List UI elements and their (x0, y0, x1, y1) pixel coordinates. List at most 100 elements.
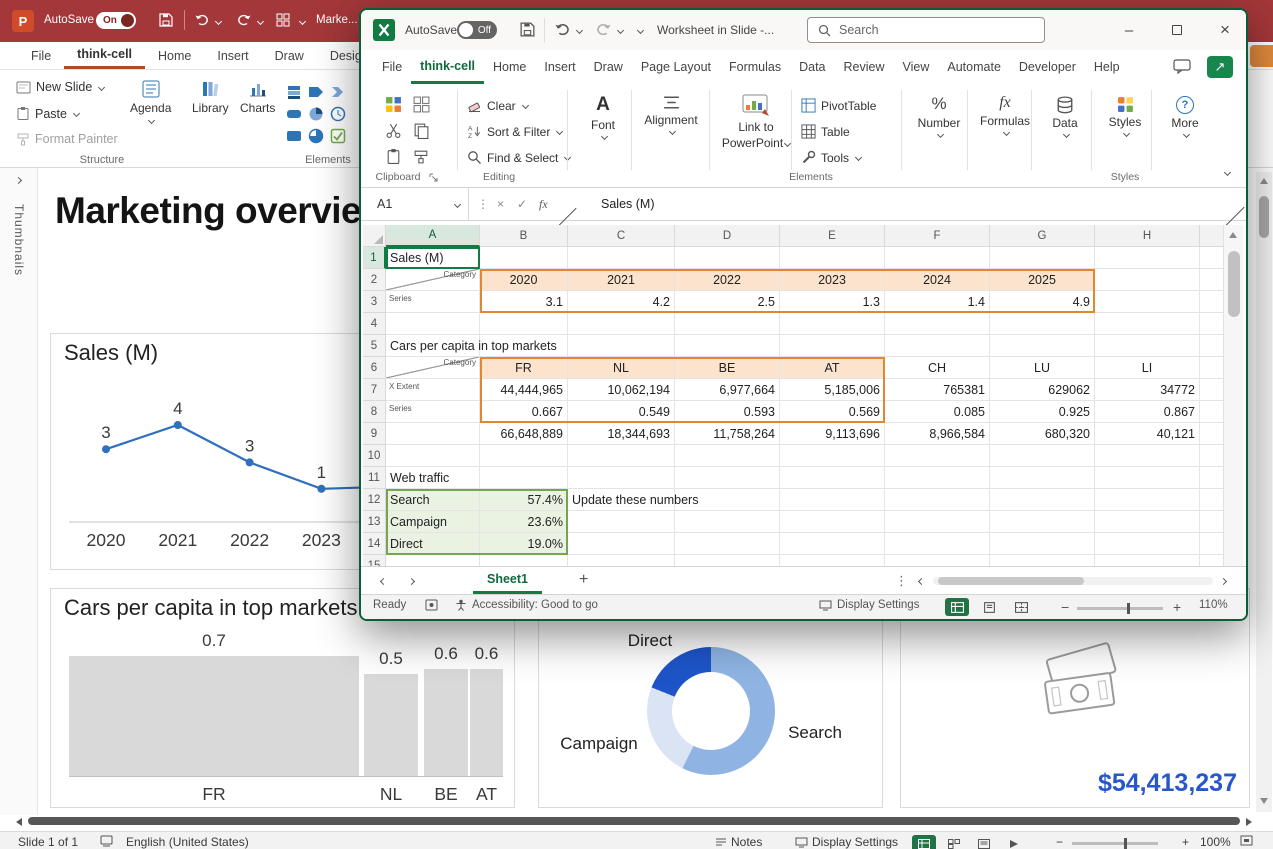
column-header-D[interactable]: D (675, 225, 780, 247)
pentagon-icon[interactable] (308, 84, 324, 100)
spellcheck-icon[interactable] (100, 835, 113, 847)
hscroll-left-icon[interactable] (918, 578, 925, 585)
sheet-menu-icon[interactable]: ⋮ (895, 573, 908, 589)
tools-button[interactable]: Tools (801, 150, 861, 165)
cell-A9[interactable] (386, 423, 480, 445)
spreadsheet-grid[interactable]: ABCDEFGH1Sales (M)2Category2020202120222… (363, 225, 1246, 566)
cell-B13[interactable]: 23.6% (480, 511, 568, 533)
pie-chart-icon[interactable] (308, 106, 324, 122)
cell-A8[interactable]: Series (386, 401, 480, 423)
cell-E14[interactable] (780, 533, 885, 555)
xl-autosave-toggle[interactable]: Off (457, 21, 497, 39)
sheet-tab-sheet1[interactable]: Sheet1 (473, 567, 542, 594)
cell-C5[interactable] (568, 335, 675, 357)
cell-A7[interactable]: X Extent (386, 379, 480, 401)
new-sheet-button[interactable] (579, 571, 588, 589)
cell-A10[interactable] (386, 445, 480, 467)
qat-dropdown-icon[interactable] (299, 18, 306, 25)
ppt-zoom-slider[interactable] (1072, 842, 1158, 845)
cell-H1[interactable] (1095, 247, 1200, 269)
cell-H7[interactable]: 34772 (1095, 379, 1200, 401)
cell-A11[interactable]: Web traffic (386, 467, 480, 489)
macro-record-icon[interactable] (425, 599, 438, 611)
cell-C6[interactable]: NL (568, 357, 675, 379)
sort-filter-button[interactable]: AZ Sort & Filter (467, 124, 562, 139)
cell-C12[interactable]: Update these numbers (568, 489, 675, 511)
vscroll-up-arrow[interactable] (1260, 178, 1268, 184)
enter-icon[interactable]: ✓ (517, 188, 527, 220)
collapse-ribbon-icon[interactable] (1224, 169, 1231, 176)
cell-C3[interactable]: 4.2 (568, 291, 675, 313)
cars-chart-card[interactable]: Cars per capita in top markets 0.7FR0.5N… (50, 588, 515, 808)
cell-D4[interactable] (675, 313, 780, 335)
cell-C1[interactable] (568, 247, 675, 269)
cell-G5[interactable] (990, 335, 1095, 357)
hscroll-thumb[interactable] (938, 577, 1084, 585)
hscroll-left-arrow[interactable] (16, 818, 22, 826)
cell-B10[interactable] (480, 445, 568, 467)
zoom-in-button[interactable]: + (1173, 599, 1181, 615)
select-all-corner[interactable] (363, 225, 386, 247)
cell-G12[interactable] (990, 489, 1095, 511)
text-box-icon[interactable] (286, 128, 302, 144)
cell-F2[interactable]: 2024 (885, 269, 990, 291)
notes-toggle[interactable]: Notes (715, 835, 762, 849)
slideshow-view-icon[interactable] (1002, 835, 1026, 849)
cell-D3[interactable]: 2.5 (675, 291, 780, 313)
undo-dropdown-icon[interactable] (576, 27, 583, 34)
cell-C10[interactable] (568, 445, 675, 467)
cell-H5[interactable] (1095, 335, 1200, 357)
cell-D5[interactable] (675, 335, 780, 357)
cell-H2[interactable] (1095, 269, 1200, 291)
cell-F15[interactable] (885, 555, 990, 566)
cell-G14[interactable] (990, 533, 1095, 555)
xl-tab-file[interactable]: File (373, 50, 411, 84)
ppt-zoom-out-button[interactable]: − (1056, 835, 1063, 849)
cell-G2[interactable]: 2025 (990, 269, 1095, 291)
ppt-autosave-toggle[interactable]: On (96, 12, 136, 29)
cell-F6[interactable]: CH (885, 357, 990, 379)
clipboard-dialog-launcher-icon[interactable] (429, 173, 438, 182)
normal-view-icon[interactable] (945, 598, 969, 616)
cell-E12[interactable] (780, 489, 885, 511)
cell-E1[interactable] (780, 247, 885, 269)
cell-C4[interactable] (568, 313, 675, 335)
cell-G8[interactable]: 0.925 (990, 401, 1095, 423)
ppt-redo-icon[interactable] (236, 12, 252, 28)
ppt-zoom-level[interactable]: 100% (1200, 835, 1231, 849)
ppt-zoom-in-button[interactable]: + (1182, 835, 1189, 849)
number-button[interactable]: Number (911, 94, 967, 137)
cell-A6[interactable]: Category (386, 357, 480, 379)
row-header-4[interactable]: 4 (363, 313, 386, 335)
ppt-tab-think-cell[interactable]: think-cell (64, 42, 145, 69)
cell-A5[interactable]: Cars per capita in top markets (386, 335, 480, 357)
reading-view-icon[interactable] (972, 835, 996, 849)
zoom-level[interactable]: 110% (1199, 599, 1228, 611)
font-button[interactable]: Font (575, 94, 631, 139)
format-painter-button[interactable]: Format Painter (16, 132, 118, 146)
cell-H4[interactable] (1095, 313, 1200, 335)
cell-C7[interactable]: 10,062,194 (568, 379, 675, 401)
cell-A3[interactable]: Series (386, 291, 480, 313)
redo-dropdown-icon[interactable] (617, 27, 624, 34)
ppt-undo-icon[interactable] (194, 12, 210, 28)
row-header-7[interactable]: 7 (363, 379, 386, 401)
row-header-10[interactable]: 10 (363, 445, 386, 467)
expand-pane-icon[interactable] (15, 177, 22, 184)
hscroll-right-icon[interactable] (1220, 578, 1227, 585)
slide-vertical-scrollbar[interactable] (1256, 172, 1272, 812)
insert-function-icon[interactable]: fx (539, 188, 548, 220)
cell-C11[interactable] (568, 467, 675, 489)
ppt-tab-insert[interactable]: Insert (204, 42, 261, 69)
ppt-display-settings-button[interactable]: Display Settings (795, 835, 898, 849)
row-header-11[interactable]: 11 (363, 467, 386, 489)
cell-C13[interactable] (568, 511, 675, 533)
cell-B2[interactable]: 2020 (480, 269, 568, 291)
cell-E11[interactable] (780, 467, 885, 489)
cell-H14[interactable] (1095, 533, 1200, 555)
row-header-6[interactable]: 6 (363, 357, 386, 379)
ppt-tab-file[interactable]: File (18, 42, 64, 69)
rounded-rectangle-icon[interactable] (286, 106, 302, 122)
cell-E4[interactable] (780, 313, 885, 335)
column-header-C[interactable]: C (568, 225, 675, 247)
